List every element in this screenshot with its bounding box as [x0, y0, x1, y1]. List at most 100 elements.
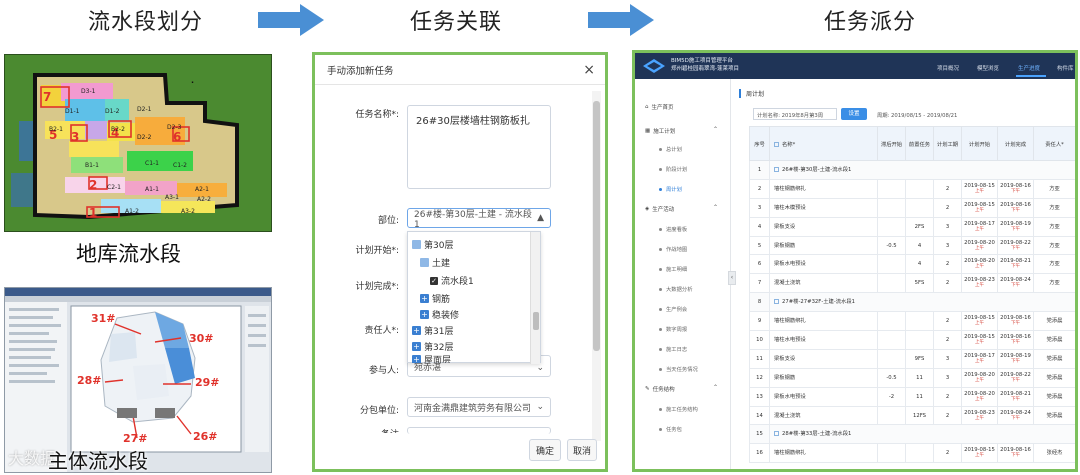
checkbox-icon[interactable] — [774, 141, 779, 147]
plan-start: 2019-08-15 上午 — [961, 443, 998, 464]
sidebar-item-home[interactable]: ⌂ 生产首页 — [645, 103, 674, 111]
plan-name-select[interactable]: 计划名称: 2019年8月第3周 — [753, 108, 837, 120]
checkbox-icon[interactable] — [774, 431, 779, 437]
plan-start: 2019-08-15 上午 — [961, 178, 998, 199]
tree-node-civil[interactable]: 土建 — [420, 256, 450, 269]
plan-start: 2019-08-17 上午 — [961, 348, 998, 369]
row-number: 5 — [749, 235, 770, 256]
step-title-dispatch: 任务派分 — [824, 10, 917, 35]
dialog-scrollbar[interactable] — [592, 91, 601, 441]
task-name-input[interactable]: 26#30层楼墙柱钢筋板扎 — [407, 105, 551, 189]
zone-label: A2-1 — [195, 186, 209, 193]
table-row[interactable]: 6 梁板水电预设 4 2 2019-08-20 上午 2019-08-21 下午 方亚 — [749, 254, 1075, 275]
sidebar-item-battle-map[interactable]: 作战地图 — [659, 245, 687, 253]
close-icon[interactable]: × — [583, 62, 595, 78]
tree-node-rebar[interactable]: + 钢筋 — [420, 292, 450, 305]
table-row[interactable]: 7 混凝土浇筑 5FS 2 2019-08-23 上午 2019-08-24 下午 方亚 — [749, 273, 1075, 294]
table-row[interactable]: 16 墙柱钢筋绑扎 2 2019-08-15 上午 2019-08-16 下午 张经杰 — [749, 443, 1075, 464]
row-number: 4 — [749, 216, 770, 237]
step-title-association: 任务关联 — [410, 10, 503, 35]
building-tag-30: 30# — [189, 332, 214, 345]
tree-node-floor32[interactable]: + 第32层 — [412, 340, 453, 353]
plan-start: 2019-08-20 上午 — [961, 254, 998, 275]
sidebar-item-progress-board[interactable]: 进度看板 — [659, 225, 687, 233]
sidebar-item-today-tasks[interactable]: 当天任务情况 — [659, 365, 698, 373]
row-number: 9 — [749, 311, 770, 332]
sidebar-item-phase-plan[interactable]: 阶段计划 — [659, 165, 687, 173]
tree-node-decoration[interactable]: + 稳装修 — [420, 308, 459, 321]
table-row[interactable]: 14 混凝土浇筑 12FS 2 2019-08-23 上午 2019-08-24 下午 党添晨 — [749, 405, 1075, 426]
sidebar-item-construction-detail[interactable]: 施工明细 — [659, 265, 687, 273]
location-select[interactable]: 26#楼-第30层-土建 - 流水段1 ▲ — [407, 208, 551, 230]
table-row[interactable]: 11 梁板支设 9FS 3 2019-08-17 上午 2019-08-19 下午 党添晨 — [749, 348, 1075, 369]
predecessor: 11 — [905, 386, 934, 407]
settings-button[interactable]: 设置 — [841, 108, 867, 120]
nav-component-library[interactable]: 构件库 — [1057, 64, 1074, 72]
duration: 2 — [933, 386, 962, 407]
nav-production-progress[interactable]: 生产进度 — [1018, 64, 1040, 72]
table-group-row[interactable]: 15 28#楼-第33层-土建-流水段1 — [749, 424, 1075, 445]
plan-end-label: 计划完成*: — [355, 282, 399, 292]
sidebar-group-plan[interactable]: ▦ 施工计划 — [645, 127, 675, 135]
flow-arrow-2-icon — [588, 4, 654, 36]
owner: 张经杰 — [1033, 443, 1075, 464]
duration: 3 — [933, 235, 962, 256]
sidebar-item-weekly-plan[interactable]: 周计划 — [659, 185, 682, 193]
task-name: 梁板水电预设 — [769, 386, 878, 407]
task-name: 梁板钢筋 — [769, 235, 878, 256]
sidebar-group-task-structure[interactable]: ✎ 任务结构 — [645, 385, 675, 393]
table-row[interactable]: 5 梁板钢筋 -0.5 4 3 2019-08-20 上午 2019-08-22 下午 方亚 — [749, 235, 1075, 256]
sidebar-group-activity[interactable]: ◈ 生产活动 — [645, 205, 674, 213]
sidebar-item-production-meeting[interactable]: 生产例会 — [659, 305, 687, 313]
table-group-row[interactable]: 1 26#楼-第30层-土建-流水段1 — [749, 160, 1075, 180]
sidebar-item-big-data[interactable]: 大数据分析 — [659, 285, 693, 293]
checkbox-icon[interactable] — [774, 299, 779, 305]
table-row[interactable]: 4 梁板支设 2FS 3 2019-08-17 上午 2019-08-19 下午 方亚 — [749, 216, 1075, 237]
expand-icon: + — [412, 326, 421, 335]
table-row[interactable]: 12 梁板钢筋 -0.5 11 3 2019-08-20 上午 2019-08-22 下午 党添晨 — [749, 367, 1075, 388]
duration: 3 — [933, 216, 962, 237]
sidebar-item-master-plan[interactable]: 总计划 — [659, 145, 682, 153]
building-tag-28: 28# — [77, 374, 102, 387]
plan-start: 2019-08-23 上午 — [961, 405, 998, 426]
table-group-row[interactable]: 8 27#楼-27#32F-土建-流水段1 — [749, 292, 1075, 313]
nav-project-overview[interactable]: 项目概况 — [937, 64, 959, 72]
lag-start — [877, 197, 906, 218]
sidebar-item-task-structure[interactable]: 施工任务结构 — [659, 405, 698, 413]
tree-node-floor30[interactable]: 第30层 — [412, 238, 453, 251]
dialog-scroll-thumb[interactable] — [593, 101, 600, 351]
cancel-button[interactable]: 取消 — [567, 439, 597, 461]
plan-start: 2019-08-20 上午 — [961, 367, 998, 388]
checkbox-icon[interactable] — [774, 166, 779, 172]
tree-node-segment1[interactable]: ✓ 流水段1 — [430, 274, 474, 287]
nav-model-browse[interactable]: 模型浏览 — [977, 64, 999, 72]
duration: 3 — [933, 348, 962, 369]
app-header: BIM5D施工项目管理平台 郑州碧桂园翡翠湾-蓬莱项目 项目概况 模型浏览 生产… — [635, 53, 1075, 79]
zone-label: D2-3 — [167, 124, 182, 131]
duration: 2 — [933, 273, 962, 294]
table-row[interactable]: 13 梁板水电预设 -2 11 2 2019-08-20 上午 2019-08-21 下午 党添晨 — [749, 386, 1075, 407]
tree-node-floor31[interactable]: + 第31层 — [412, 324, 453, 337]
sidebar-item-construction-log[interactable]: 施工日志 — [659, 345, 687, 353]
dropdown-scroll-thumb[interactable] — [533, 312, 539, 330]
table-row[interactable]: 9 墙柱钢筋绑扎 2 2019-08-15 上午 2019-08-16 下午 党添晨 — [749, 311, 1075, 332]
plan-start: 2019-08-15 上午 — [961, 311, 998, 332]
sidebar-item-task-package[interactable]: 任务包 — [659, 425, 682, 433]
confirm-button[interactable]: 确定 — [529, 439, 561, 461]
location-label: 部位: — [377, 216, 399, 226]
subcontractor-select[interactable]: 河南金满鼎建筑劳务有限公司 ⌄ — [407, 397, 551, 417]
chevron-up-icon: ⌃ — [713, 126, 719, 133]
zone-label: A3-2 — [181, 208, 195, 215]
dropdown-scrollbar[interactable] — [530, 232, 540, 364]
table-row[interactable]: 3 墙柱木模预设 2 2019-08-15 上午 2019-08-16 下午 方亚 — [749, 197, 1075, 218]
table-row[interactable]: 2 墙柱钢筋绑扎 2 2019-08-15 上午 2019-08-16 下午 方亚 — [749, 178, 1075, 199]
remark-input[interactable] — [407, 427, 551, 434]
owner: 党添晨 — [1033, 311, 1075, 332]
row-number: 14 — [749, 405, 770, 426]
column-header: 计划工期 — [933, 126, 962, 161]
sidebar-item-digital-weekly[interactable]: 数字周报 — [659, 325, 687, 333]
duration: 2 — [933, 330, 962, 350]
tree-node-roof[interactable]: + 屋面层 — [412, 355, 451, 363]
page-title: 周计划 — [739, 89, 764, 98]
table-row[interactable]: 10 墙柱水电预设 2 2019-08-15 上午 2019-08-16 下午 党添晨 — [749, 330, 1075, 350]
